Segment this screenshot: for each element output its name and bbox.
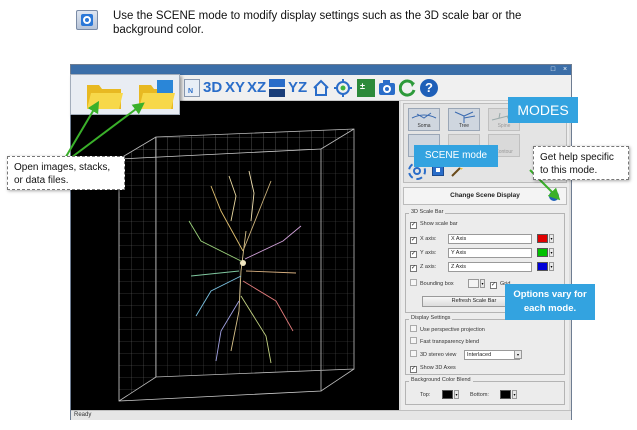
tutorial-slide: Use the SCENE mode to modify display set… xyxy=(0,0,637,430)
callout-arrows xyxy=(63,100,561,201)
modes-callout: MODES xyxy=(508,97,578,123)
help-callout: Get help specific to this mode. xyxy=(533,146,629,180)
open-files-callout: Open images, stacks, or data files. xyxy=(7,156,125,190)
scene-mode-callout: SCENE mode xyxy=(414,145,498,167)
options-callout: Options vary for each mode. xyxy=(505,284,595,320)
